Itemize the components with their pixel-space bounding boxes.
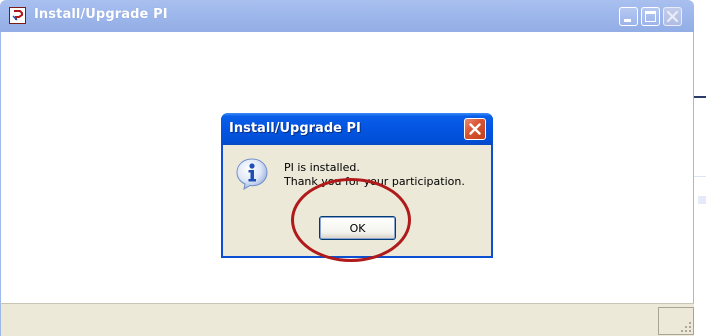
minimize-icon xyxy=(624,19,631,22)
app-icon[interactable] xyxy=(9,7,26,24)
status-panel xyxy=(658,307,694,335)
message-line-2: Thank you for your participation. xyxy=(284,175,465,188)
maximize-button[interactable] xyxy=(641,7,660,26)
dialog-message: PI is installed. Thank you for your part… xyxy=(284,161,465,189)
dialog-title: Install/Upgrade PI xyxy=(229,121,361,136)
close-icon xyxy=(469,123,481,135)
status-bar xyxy=(0,303,694,336)
background-window-edge xyxy=(694,0,706,336)
background-panel-accent xyxy=(698,196,706,204)
ok-button[interactable]: OK xyxy=(319,216,396,240)
outer-titlebar[interactable]: Install/Upgrade PI xyxy=(0,0,694,32)
background-divider xyxy=(694,96,706,98)
minimize-button[interactable] xyxy=(619,7,638,26)
dialog-titlebar[interactable]: Install/Upgrade PI xyxy=(221,113,493,145)
dialog-close-button[interactable] xyxy=(464,118,486,140)
message-line-1: PI is installed. xyxy=(284,161,360,174)
background-panel xyxy=(694,176,706,195)
maximize-icon xyxy=(645,11,656,22)
close-icon xyxy=(666,10,679,23)
message-dialog: Install/Upgrade PI PI is installed. Than… xyxy=(221,113,493,258)
info-icon xyxy=(236,158,268,190)
window-close-button[interactable] xyxy=(663,7,682,26)
resize-grip-icon[interactable] xyxy=(680,321,692,333)
window-title: Install/Upgrade PI xyxy=(34,7,168,22)
